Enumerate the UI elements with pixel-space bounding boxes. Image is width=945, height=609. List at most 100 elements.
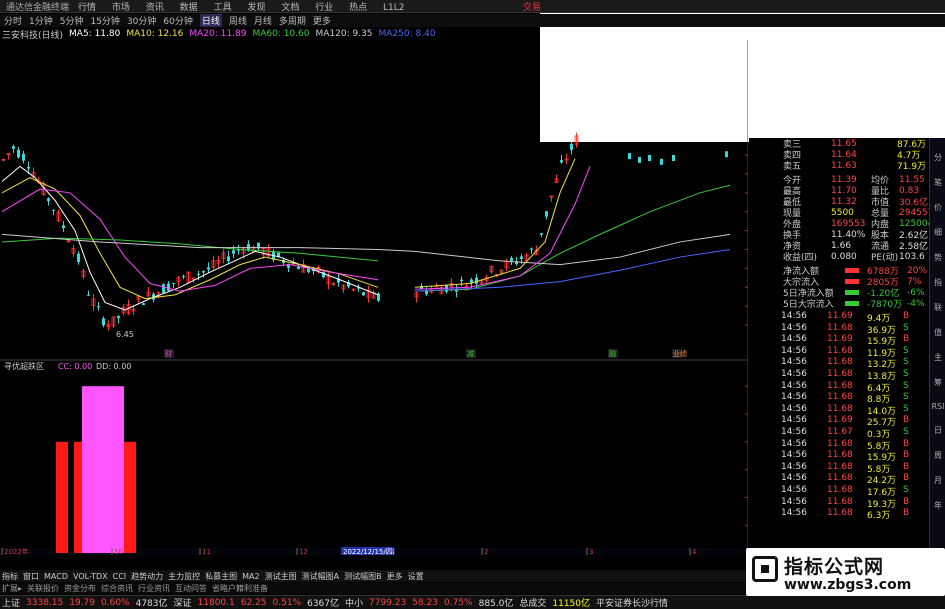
indicator-tab[interactable]: MACD — [44, 572, 68, 581]
ma60-line-right — [414, 184, 731, 292]
side-tab[interactable]: 分 — [930, 152, 945, 163]
info-tab[interactable]: 省略户籍利准备 — [212, 583, 268, 594]
title-bar: 通达信金融终端 行情 市场 资讯 数据 工具 发现 文档 行业 热点 L1L2 … — [0, 0, 945, 13]
zx-label: 中小 — [345, 599, 364, 609]
indicator-tab[interactable]: 趋势动力 — [131, 571, 163, 582]
candle-body — [162, 284, 165, 293]
period-tab[interactable]: 5分钟 — [60, 14, 84, 27]
period-tab[interactable]: 分时 — [4, 14, 22, 27]
side-tab[interactable]: 笔 — [930, 177, 945, 188]
period-tab[interactable]: 15分钟 — [90, 14, 119, 27]
side-tab[interactable]: 势 — [930, 252, 945, 263]
zx-percent: 0.75% — [444, 597, 473, 608]
menu-item[interactable]: 数据 — [180, 3, 198, 13]
indicator-tab[interactable]: 测试幅图A — [302, 571, 339, 582]
info-tab[interactable]: 关联报价 — [27, 583, 59, 594]
menu-item[interactable]: 文档 — [281, 3, 299, 13]
side-tab[interactable]: 主 — [930, 352, 945, 363]
tick-direction: B — [903, 450, 910, 461]
tick-direction: S — [903, 357, 909, 368]
candle-body — [27, 166, 30, 169]
menu-item[interactable]: 资讯 — [146, 3, 164, 13]
info-tab[interactable]: 综合资讯 — [101, 583, 133, 594]
period-tab[interactable]: 1分钟 — [29, 14, 53, 27]
menu-item[interactable]: L1L2 — [383, 3, 404, 13]
period-tab[interactable]: 周线 — [229, 14, 247, 27]
tick-time: 14:56 — [781, 311, 807, 321]
info-tab[interactable]: 行业资讯 — [138, 583, 170, 594]
menu-item[interactable]: 工具 — [214, 3, 232, 13]
tick-time: 14:56 — [781, 403, 807, 414]
side-tab[interactable]: 细 — [930, 227, 945, 238]
period-tab[interactable]: 日线 — [199, 14, 222, 27]
tick-time: 14:56 — [781, 427, 807, 437]
watermark-url: www.zbgs3.com — [784, 577, 912, 593]
side-tab[interactable]: RSI — [930, 402, 945, 411]
indicator-tab[interactable]: 更多 — [387, 571, 403, 582]
side-tab[interactable]: 年 — [930, 500, 945, 511]
tick-time: 14:56 — [781, 496, 807, 507]
tick-row: 14:56 11.68 6.4万 S — [781, 380, 931, 394]
info-tab[interactable]: 互动问答 — [175, 583, 207, 594]
menu-item[interactable]: 热点 — [349, 3, 367, 13]
indicator-tab[interactable]: VOL-TDX — [73, 572, 108, 581]
watermark-logo-icon — [752, 556, 778, 582]
indicator-tab[interactable]: 指标 — [2, 571, 18, 582]
tick-direction: B — [903, 438, 910, 449]
date-label: 4 — [692, 548, 697, 555]
ask-label: 卖五 — [783, 162, 802, 172]
tick-time: 14:56 — [781, 380, 807, 391]
tick-row: 14:56 11.68 24.2万 B — [781, 473, 931, 486]
sh-label: 上证 — [2, 599, 21, 609]
tick-price: 11.69 — [827, 415, 853, 426]
tick-direction: B — [903, 473, 910, 484]
indicator-tab[interactable]: 测试主图 — [265, 571, 297, 582]
info-tab[interactable]: 资金分布 — [64, 583, 96, 594]
tick-time: 14:56 — [781, 473, 807, 484]
period-tab[interactable]: 更多 — [313, 14, 331, 27]
candle-body — [520, 256, 523, 259]
tick-row: 14:56 11.69 25.7万 B — [781, 415, 931, 428]
period-tab[interactable]: 月线 — [254, 14, 272, 27]
kline-chart[interactable]: 11.5011.0010.5010.009.509.008.508.007.50… — [0, 40, 748, 555]
info-tab[interactable]: 扩展▸ — [2, 583, 22, 594]
tick-row: 14:56 11.68 6.3万 B — [781, 508, 931, 521]
side-tab[interactable]: 联 — [930, 302, 945, 313]
stat-value-2: 11.55 — [899, 174, 925, 185]
indicator-tab[interactable]: 测试幅图B — [344, 571, 382, 582]
candle-body — [648, 155, 651, 161]
indicator-tab[interactable]: MA2 — [242, 572, 259, 581]
indicator-tab[interactable]: 主力监控 — [168, 571, 200, 582]
low-price-label: 6.45 — [116, 330, 134, 339]
side-tab[interactable]: 月 — [930, 475, 945, 486]
indicator-tab[interactable]: 窗口 — [23, 571, 39, 582]
tick-row: 14:56 11.67 0.3万 S — [781, 427, 931, 440]
menu-item[interactable]: 行业 — [315, 3, 333, 13]
tick-row: 14:56 11.68 13.8万 S — [781, 369, 931, 382]
indicator-tab[interactable]: 私募主图 — [205, 571, 237, 582]
indicator-tab[interactable]: CCI — [113, 572, 127, 581]
tick-price: 11.68 — [827, 369, 853, 379]
stat-label: 收益(四) — [783, 253, 818, 263]
period-tab[interactable]: 多周期 — [279, 14, 306, 27]
candle-body — [172, 283, 175, 285]
market-status-bar: 上证 3338.15 19.79 0.60% 4783亿 深证 11800.1 … — [0, 595, 945, 609]
side-tab[interactable]: 周 — [930, 450, 945, 461]
menu-item[interactable]: 市场 — [112, 3, 130, 13]
side-tab[interactable]: 值 — [930, 327, 945, 338]
stat-value: 11.39 — [831, 174, 857, 185]
side-tab[interactable]: 指 — [930, 277, 945, 288]
zx-value: 7799.23 — [369, 597, 407, 608]
menu-item[interactable]: 发现 — [247, 3, 265, 13]
indicator-tab[interactable]: 设置 — [408, 571, 424, 582]
menu-item[interactable]: 行情 — [78, 3, 96, 13]
side-tab[interactable]: 价 — [930, 202, 945, 213]
period-tab[interactable]: 30分钟 — [127, 14, 156, 27]
tick-price: 11.68 — [827, 461, 853, 472]
flow-label: 5日大宗流入 — [783, 300, 834, 310]
trade-button[interactable]: 交易 — [523, 0, 541, 13]
side-tab[interactable]: 筹 — [930, 377, 945, 388]
side-tab[interactable]: 日 — [930, 425, 945, 436]
period-tab[interactable]: 60分钟 — [163, 14, 192, 27]
tick-price: 11.68 — [827, 438, 853, 449]
